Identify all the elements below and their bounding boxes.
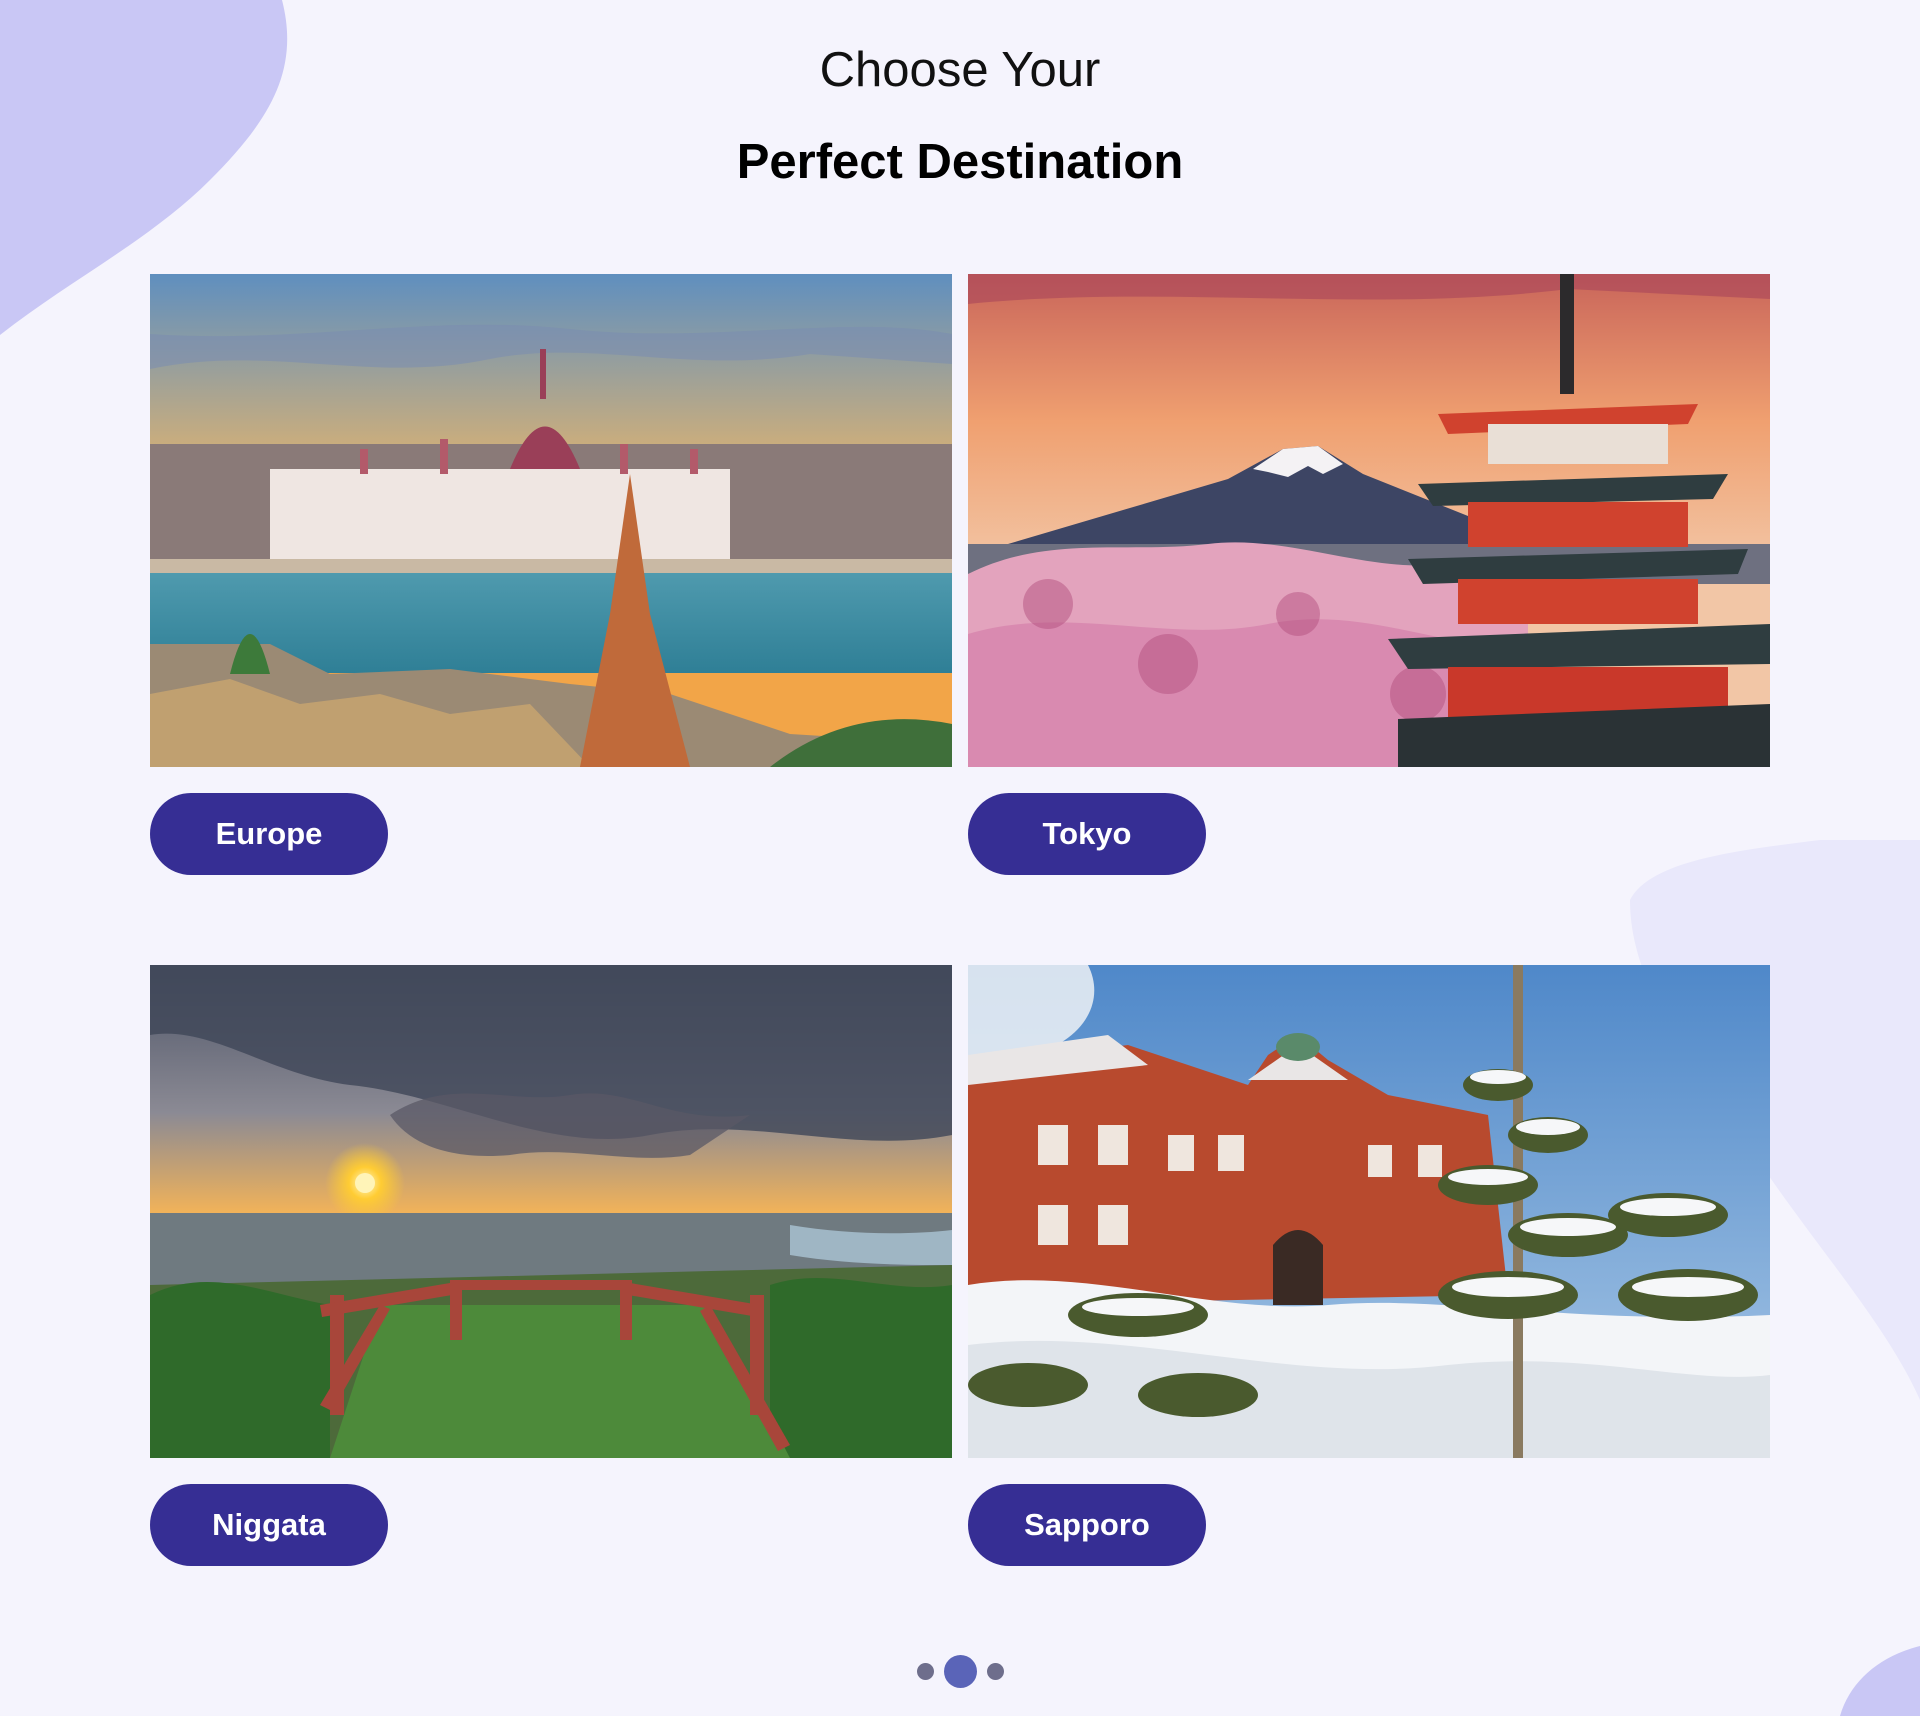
- carousel-dot-1[interactable]: [916, 1663, 934, 1680]
- carousel-dot-3[interactable]: [986, 1663, 1004, 1680]
- destination-photo-sapporo[interactable]: [968, 965, 1770, 1458]
- destination-card-niggata[interactable]: Niggata: [150, 965, 952, 1566]
- destination-photo-europe[interactable]: [150, 274, 952, 767]
- destination-button-sapporo[interactable]: Sapporo: [968, 1484, 1206, 1566]
- destination-photo-niggata[interactable]: [150, 965, 952, 1458]
- destination-card-sapporo[interactable]: Sapporo: [968, 965, 1770, 1566]
- destination-button-europe[interactable]: Europe: [150, 793, 388, 875]
- carousel-dot-2-active[interactable]: [943, 1655, 977, 1688]
- carousel-pagination: [0, 1655, 1920, 1688]
- destination-button-tokyo[interactable]: Tokyo: [968, 793, 1206, 875]
- section-subtitle: Choose Your: [819, 43, 1101, 97]
- section-title: Perfect Destination: [736, 135, 1184, 189]
- destination-card-tokyo[interactable]: Tokyo: [968, 274, 1770, 875]
- destination-photo-tokyo[interactable]: [968, 274, 1770, 767]
- destination-button-niggata[interactable]: Niggata: [150, 1484, 388, 1566]
- destination-card-europe[interactable]: Europe: [150, 274, 952, 875]
